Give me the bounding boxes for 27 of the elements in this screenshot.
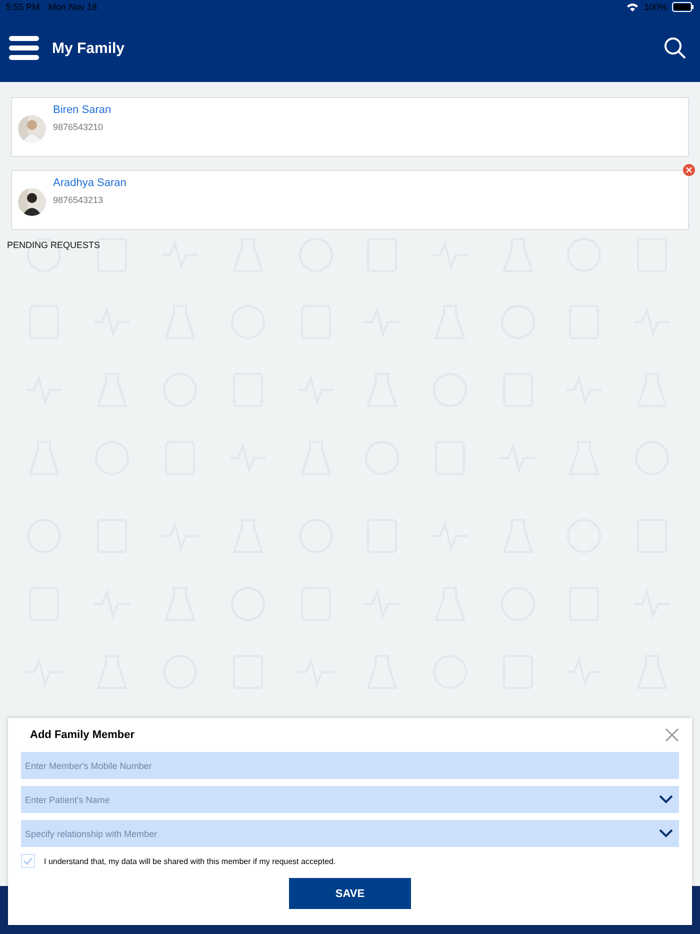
member-card[interactable]: Aradhya Saran 9876543213: [11, 170, 689, 230]
dialog-title: Add Family Member: [30, 729, 135, 741]
close-button[interactable]: [665, 728, 679, 742]
wifi-icon: [626, 2, 639, 12]
dropdown-field[interactable]: Enter Patient's Name: [21, 786, 679, 813]
dropdown-field[interactable]: Specify relationship with Member: [21, 820, 679, 847]
member-phone: 9876543213: [53, 195, 104, 205]
member-card[interactable]: Biren Saran 9876543210: [11, 97, 689, 157]
search-button[interactable]: [664, 37, 686, 59]
cross-icon: [686, 167, 692, 173]
section-heading: PENDING REQUESTS: [7, 240, 102, 250]
member-name[interactable]: Aradhya Saran: [53, 177, 126, 189]
status-date: Mon Nov 18: [48, 2, 98, 12]
consent-text: I understand that, my data will be shared with this member if my request accepted.: [44, 856, 336, 866]
chevron-down-icon: [659, 795, 673, 804]
input-field[interactable]: Enter Member's Mobile Number: [21, 752, 679, 779]
battery-percent: 100%: [644, 2, 667, 12]
chevron-down-icon: [659, 829, 673, 838]
consent-checkbox[interactable]: [21, 854, 35, 868]
remove-button[interactable]: [683, 164, 695, 176]
save-button[interactable]: SAVE: [289, 878, 411, 909]
battery-icon: [672, 2, 694, 12]
menu-button[interactable]: [9, 36, 39, 60]
member-phone: 9876543210: [53, 122, 104, 132]
status-time: 5:55 PM: [6, 2, 40, 12]
page-title: My Family: [52, 40, 125, 56]
member-name[interactable]: Biren Saran: [53, 104, 112, 116]
